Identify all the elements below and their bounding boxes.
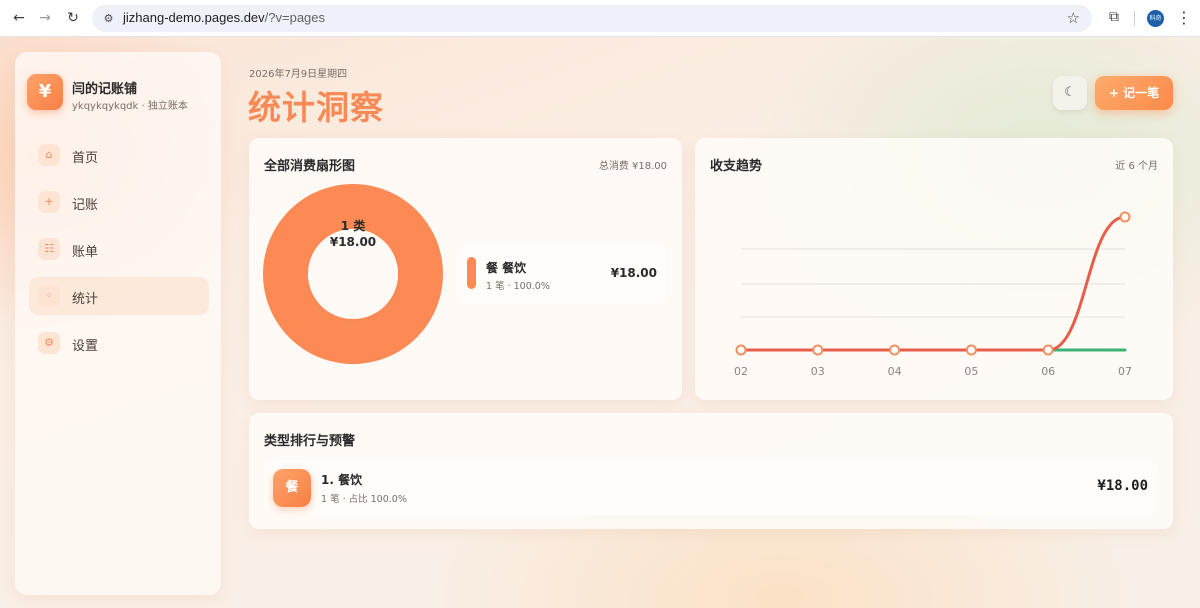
theme-toggle-button[interactable]: ☾ <box>1053 76 1087 110</box>
sidebar-item-label: 设置 <box>72 339 99 354</box>
browser-toolbar: ← → ↻ ⚙ jizhang-demo.pages.dev/?v=pages … <box>0 0 1200 37</box>
center-total: ¥18.00 <box>329 235 377 249</box>
home-icon: ⌂ <box>38 144 60 166</box>
ranking-amount: ¥18.00 <box>1097 478 1148 494</box>
brand-name: 闫的记账铺 <box>72 82 138 97</box>
url-text[interactable]: jizhang-demo.pages.dev/?v=pages <box>123 10 325 25</box>
x-tick-label: 04 <box>888 365 902 378</box>
sidebar-item-stats[interactable]: ◦ 统计 <box>29 277 209 315</box>
ranking-card: 类型排行与预警 餐 1. 餐饮 1 笔 · 占比 100.0% ¥18.00 <box>249 413 1173 529</box>
data-point[interactable] <box>812 344 824 356</box>
brand-subtitle: ykqykqykqdk · 独立账本 <box>72 101 188 112</box>
pie-chart-card: 全部消费扇形图 总消费 ¥18.00 1 类 ¥18.00 餐 餐饮 1 笔 ·… <box>249 138 682 400</box>
ranking-row[interactable]: 餐 1. 餐饮 1 笔 · 占比 100.0% ¥18.00 <box>264 460 1158 515</box>
browser-menu-icon[interactable]: ⋮ <box>1176 8 1192 28</box>
data-point[interactable] <box>889 344 901 356</box>
gear-icon: ⚙ <box>38 332 60 354</box>
sidebar-item-settings[interactable]: ⚙ 设置 <box>29 324 209 362</box>
sidebar: ¥ 闫的记账铺 ykqykqykqdk · 独立账本 ⌂ 首页 + 记账 ☷ 账… <box>15 52 221 595</box>
toolbar-divider <box>1134 11 1135 26</box>
sidebar-item-bills[interactable]: ☷ 账单 <box>29 230 209 268</box>
legend-name: 餐 餐饮 <box>486 261 527 275</box>
legend-detail: 1 笔 · 100.0% <box>486 281 550 292</box>
x-tick-label: 02 <box>734 365 748 378</box>
extensions-icon[interactable]: ⧉ <box>1106 9 1122 25</box>
sidebar-item-label: 记账 <box>72 198 99 213</box>
app-root: ¥ 闫的记账铺 ykqykqykqdk · 独立账本 ⌂ 首页 + 记账 ☷ 账… <box>0 37 1200 608</box>
total-spend: 总消费 ¥18.00 <box>598 161 667 172</box>
plus-icon: + <box>38 191 60 213</box>
ranking-name: 1. 餐饮 <box>321 473 363 487</box>
trend-line-chart: 02 03 04 05 06 07 <box>734 211 1132 378</box>
address-bar[interactable]: ⚙ jizhang-demo.pages.dev/?v=pages ☆ <box>92 5 1092 32</box>
donut-center-label: 1 类 ¥18.00 <box>309 218 397 250</box>
sidebar-item-home[interactable]: ⌂ 首页 <box>29 136 209 174</box>
card-title: 类型排行与预警 <box>264 434 356 449</box>
list-icon: ☷ <box>38 238 60 260</box>
x-tick-label: 06 <box>1041 365 1055 378</box>
category-count: 1 类 <box>340 219 366 233</box>
stats-icon: ◦ <box>38 285 60 307</box>
card-title: 全部消费扇形图 <box>264 159 356 174</box>
x-tick-label: 03 <box>811 365 825 378</box>
sidebar-item-label: 统计 <box>72 292 99 307</box>
back-icon[interactable]: ← <box>9 8 29 28</box>
donut-chart <box>263 184 443 364</box>
bookmark-star-icon[interactable]: ☆ <box>1067 9 1080 27</box>
site-settings-icon[interactable]: ⚙ <box>101 11 116 26</box>
trend-chart-card: 收支趋势 近 6 个月 02 03 04 05 06 07 <box>695 138 1173 400</box>
data-point[interactable] <box>1119 211 1131 223</box>
data-point[interactable] <box>965 344 977 356</box>
sidebar-item-label: 首页 <box>72 151 99 166</box>
legend-swatch <box>467 257 476 289</box>
x-tick-label: 05 <box>964 365 978 378</box>
page-title: 统计洞察 <box>248 88 384 127</box>
ranking-detail: 1 笔 · 占比 100.0% <box>321 494 407 505</box>
url-path: /?v=pages <box>264 10 326 25</box>
current-date: 2026年7月9日星期四 <box>249 69 348 80</box>
url-host: jizhang-demo.pages.dev <box>123 10 265 25</box>
profile-avatar[interactable]: 科奇 <box>1147 10 1164 27</box>
moon-icon: ☾ <box>1064 85 1076 100</box>
x-tick-label: 07 <box>1118 365 1132 378</box>
add-record-button[interactable]: + 记一笔 <box>1095 76 1173 110</box>
data-point[interactable] <box>735 344 747 356</box>
reload-icon[interactable]: ↻ <box>63 8 83 28</box>
sidebar-item-record[interactable]: + 记账 <box>29 183 209 221</box>
brand-logo-icon: ¥ <box>27 74 63 110</box>
legend-amount: ¥18.00 <box>610 266 657 280</box>
category-badge: 餐 <box>273 469 311 507</box>
legend-item[interactable]: 餐 餐饮 1 笔 · 100.0% ¥18.00 <box>457 245 667 305</box>
forward-icon[interactable]: → <box>35 8 55 28</box>
data-point[interactable] <box>1042 344 1054 356</box>
sidebar-item-label: 账单 <box>72 245 99 260</box>
